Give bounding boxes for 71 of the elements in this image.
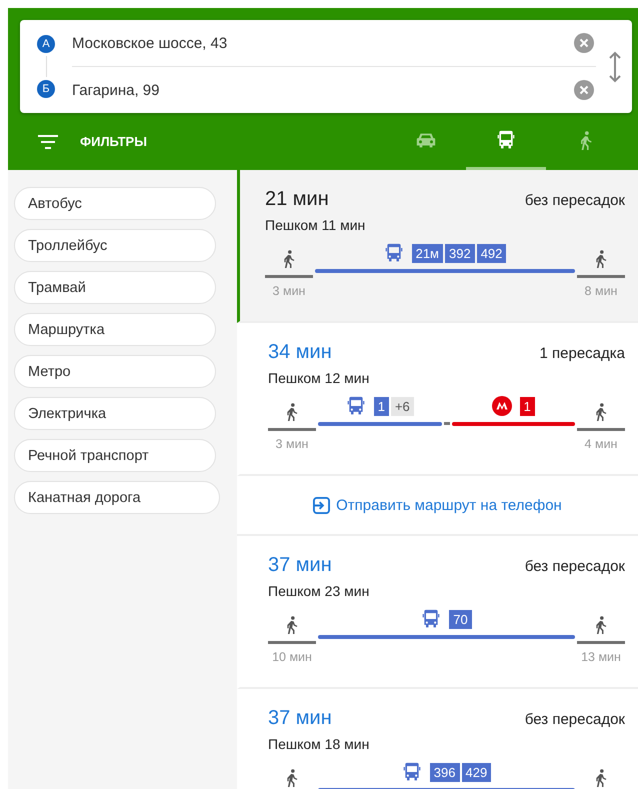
walking-time: Пешком 11 мин (265, 217, 366, 233)
clear-icon[interactable] (574, 80, 594, 100)
bus-icon (346, 396, 366, 416)
walking-person-icon (285, 616, 299, 634)
swap-icon[interactable] (608, 50, 622, 82)
send-to-phone-link[interactable]: Отправить маршрут на телефон (313, 496, 562, 514)
route-card[interactable]: 37 мин без пересадок Пешком 23 мин 10 мин 70 13 мин (237, 536, 638, 689)
route-segment-bar (577, 275, 625, 278)
route-segment-bar (268, 428, 316, 431)
route-duration: 21 мин (265, 188, 329, 211)
point-a-marker: А (37, 35, 55, 53)
route-duration: 34 мин (268, 341, 332, 364)
walking-person-icon (594, 403, 608, 421)
route-duration: 37 мин (268, 554, 332, 577)
segment-time: 10 мин (271, 650, 313, 664)
bus-icon (421, 609, 442, 629)
walking-person-icon (282, 250, 296, 268)
line-number-badge: 429 (462, 762, 492, 782)
bus-icon (402, 762, 422, 782)
transfers-label: без пересадок (524, 711, 625, 728)
bus-icon (495, 130, 517, 150)
origin-field[interactable]: Московское шоссе, 43 (72, 34, 574, 52)
send-to-phone-icon (313, 496, 330, 514)
route-segment-bar (265, 275, 313, 278)
route-segment-bar (577, 641, 625, 644)
segment-time: 8 мин (584, 284, 618, 298)
transport-filter-chip[interactable]: Троллейбус (14, 229, 216, 262)
line-number-badge: 21м (412, 244, 443, 262)
transfers-label: без пересадок (524, 192, 625, 209)
walking-time: Пешком 23 мин (268, 583, 370, 599)
clear-icon[interactable] (574, 33, 594, 53)
walking-person-icon (594, 769, 608, 787)
transfers-label: 1 пересадка (540, 345, 625, 362)
walking-person-icon (285, 769, 299, 787)
transport-filter-chip[interactable]: Автобус (14, 187, 216, 220)
line-number-badge: 1 (374, 396, 389, 416)
point-b-marker: Б (37, 80, 55, 98)
walking-person-icon (594, 616, 608, 634)
transport-filter-chip[interactable]: Канатная дорога (14, 481, 220, 514)
walking-person-icon (594, 250, 608, 268)
segment-time: 13 мин (580, 650, 622, 664)
segment-time: 3 мин (272, 284, 306, 298)
walking-person-icon (579, 130, 593, 150)
route-segment-bar (268, 641, 316, 644)
route-card[interactable]: 37 мин без пересадок Пешком 18 мин 396 429 (237, 689, 638, 789)
transport-filter-chip[interactable]: Трамвай (14, 271, 216, 304)
route-card[interactable]: 34 мин 1 пересадка Пешком 12 мин 3 мин 1 +6 1 4 мин (237, 323, 638, 476)
segment-time: 3 мин (274, 437, 310, 451)
line-number-badge: 396 (430, 762, 460, 782)
line-number-badge: 492 (476, 244, 506, 262)
walking-time: Пешком 18 мин (268, 736, 370, 752)
transport-filter-chip[interactable]: Метро (14, 355, 216, 388)
line-number-badge: 70 (449, 610, 472, 628)
transport-filter-chip[interactable]: Маршрутка (14, 313, 216, 346)
destination-field[interactable]: Гагарина, 99 (72, 82, 574, 98)
transport-filter-chip[interactable]: Речной транспорт (14, 439, 216, 472)
metro-icon (492, 396, 512, 416)
walking-person-icon (285, 403, 299, 421)
filters-button[interactable]: ФИЛЬТРЫ (20, 134, 147, 149)
transport-filter-chip[interactable]: Электричка (14, 397, 216, 430)
route-duration: 37 мин (268, 707, 332, 730)
bus-icon (384, 243, 404, 263)
line-number-badge: 1 (520, 396, 535, 416)
line-number-badge: 392 (445, 244, 475, 262)
walking-time: Пешком 12 мин (268, 370, 370, 386)
route-card[interactable]: 21 мин без пересадок Пешком 11 мин 3 мин 21м 392 492 8 мин (237, 170, 638, 323)
filter-icon (38, 134, 58, 148)
transfers-label: без пересадок (524, 558, 625, 575)
route-segment-bar (577, 428, 625, 431)
segment-time: 4 мин (584, 437, 618, 451)
more-lines-badge: +6 (390, 396, 414, 416)
